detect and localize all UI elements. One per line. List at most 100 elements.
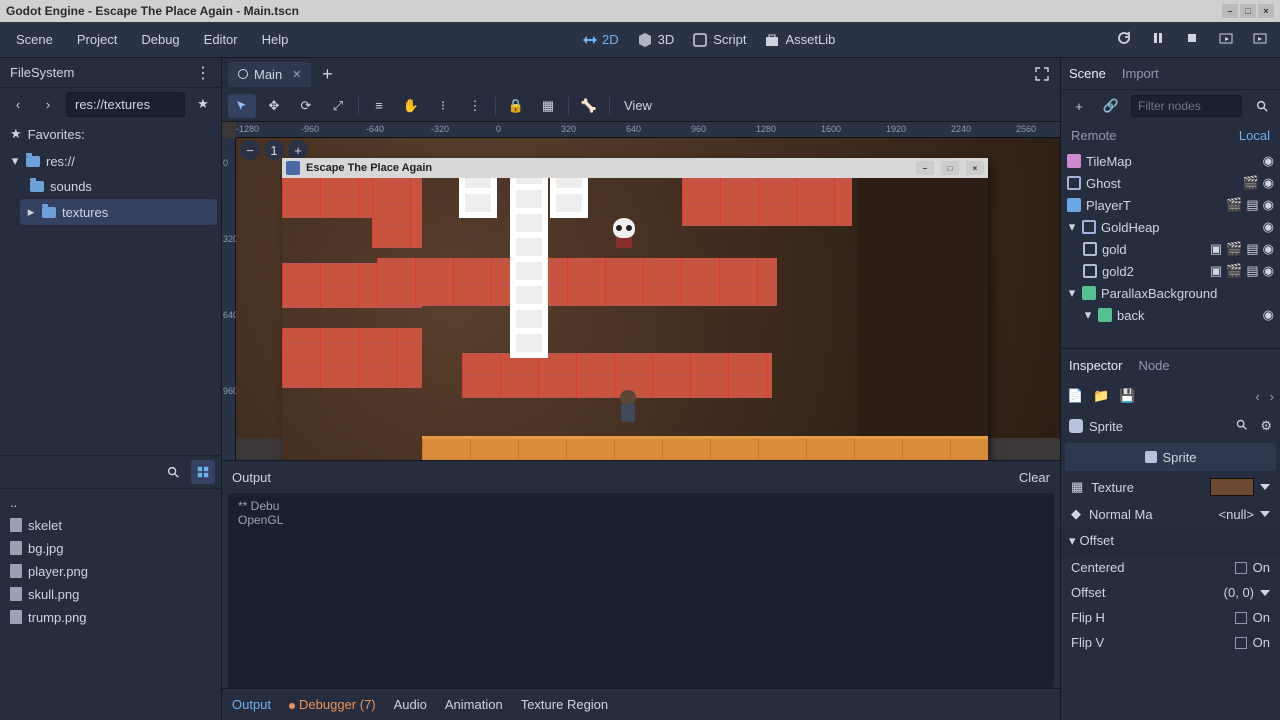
eye-icon[interactable]: ◉ xyxy=(1263,241,1274,257)
close-tab-icon[interactable]: ✕ xyxy=(292,68,301,81)
remote-button[interactable]: Remote xyxy=(1071,128,1117,143)
scene-icon[interactable]: 🎬 xyxy=(1242,175,1258,191)
file-up[interactable]: .. xyxy=(0,491,221,514)
new-resource-icon[interactable]: 📄 xyxy=(1067,388,1083,404)
fs-folder-sounds[interactable]: sounds xyxy=(0,174,221,199)
output-log[interactable]: ** Debu OpenGL xyxy=(228,493,1054,688)
file-item[interactable]: skelet xyxy=(0,514,221,537)
search-icon[interactable] xyxy=(1250,94,1274,118)
group-icon[interactable]: ▦ xyxy=(534,94,562,118)
search-icon[interactable] xyxy=(1235,418,1248,434)
load-resource-icon[interactable]: 📁 xyxy=(1093,388,1109,404)
sig-icon[interactable]: ▣ xyxy=(1210,241,1222,257)
pause-icon[interactable] xyxy=(1150,30,1166,49)
menu-debug[interactable]: Debug xyxy=(129,26,191,53)
tab-audio[interactable]: Audio xyxy=(394,697,427,712)
tool-more-icon[interactable]: ⋮ xyxy=(461,94,489,118)
grid-view-icon[interactable] xyxy=(191,460,215,484)
history-back-icon[interactable]: ‹ xyxy=(1255,389,1259,404)
file-item[interactable]: bg.jpg xyxy=(0,537,221,560)
stop-icon[interactable] xyxy=(1184,30,1200,49)
add-tab-icon[interactable]: + xyxy=(315,62,339,86)
tab-node[interactable]: Node xyxy=(1138,358,1169,373)
file-item[interactable]: skull.png xyxy=(0,583,221,606)
play-scene-icon[interactable] xyxy=(1218,30,1234,49)
favorite-icon[interactable]: ★ xyxy=(191,92,215,116)
mode-script[interactable]: Script xyxy=(692,32,746,48)
prop-flip-h[interactable]: Flip H On xyxy=(1061,605,1280,630)
scene-tab-main[interactable]: Main✕ xyxy=(228,62,311,87)
scene-node[interactable]: gold2▣🎬▤◉ xyxy=(1061,260,1280,282)
lock-icon[interactable]: 🔒 xyxy=(502,94,530,118)
history-fwd-icon[interactable]: › xyxy=(1270,389,1274,404)
tools-icon[interactable]: ⚙ xyxy=(1260,418,1272,434)
script-icon[interactable]: ▤ xyxy=(1246,197,1258,213)
tab-texture-region[interactable]: Texture Region xyxy=(521,697,608,712)
zoom-out-icon[interactable]: − xyxy=(240,140,260,160)
prop-centered[interactable]: Centered On xyxy=(1061,555,1280,580)
tool-list-icon[interactable]: ≡ xyxy=(365,94,393,118)
tool-pan-icon[interactable]: ✋ xyxy=(397,94,425,118)
tool-scale-icon[interactable]: ⤢ xyxy=(324,94,352,118)
script-icon[interactable]: ▤ xyxy=(1246,263,1258,279)
tool-rotate-icon[interactable]: ⟳ xyxy=(292,94,320,118)
tab-inspector[interactable]: Inspector xyxy=(1069,358,1122,373)
canvas-viewport[interactable]: -1280-960-640-32003206409601280160019202… xyxy=(222,122,1060,460)
inspector-class[interactable]: Sprite xyxy=(1065,443,1276,471)
eye-icon[interactable]: ◉ xyxy=(1263,197,1274,213)
clear-button[interactable]: Clear xyxy=(1019,470,1050,485)
fs-root[interactable]: ▾res:// xyxy=(0,148,221,174)
scene-node[interactable]: ▾back◉ xyxy=(1061,304,1280,326)
sig-icon[interactable]: ▣ xyxy=(1210,263,1222,279)
menu-project[interactable]: Project xyxy=(65,26,129,53)
eye-icon[interactable]: ◉ xyxy=(1263,153,1274,169)
prop-normal-map[interactable]: ◆Normal Ma <null> xyxy=(1061,501,1280,527)
file-item[interactable]: trump.png xyxy=(0,606,221,629)
view-menu[interactable]: View xyxy=(616,98,660,113)
file-item[interactable]: player.png xyxy=(0,560,221,583)
tab-debugger[interactable]: Debugger (7) xyxy=(289,697,376,712)
mode-2d[interactable]: 2D xyxy=(581,32,619,48)
scene-node[interactable]: gold▣🎬▤◉ xyxy=(1061,238,1280,260)
scene-node[interactable]: TileMap◉ xyxy=(1061,150,1280,172)
path-field[interactable]: res://textures xyxy=(66,92,185,117)
fs-folder-textures[interactable]: ▸textures xyxy=(20,199,217,225)
game-minimize-button[interactable]: – xyxy=(916,161,934,175)
play-custom-icon[interactable] xyxy=(1252,30,1268,49)
tool-ruler-icon[interactable]: ⁝ xyxy=(429,94,457,118)
save-resource-icon[interactable]: 💾 xyxy=(1119,388,1135,404)
prop-texture[interactable]: ▦Texture xyxy=(1061,473,1280,501)
prop-offset[interactable]: Offset (0, 0) xyxy=(1061,580,1280,605)
zoom-reset-icon[interactable]: 1 xyxy=(264,140,284,160)
tab-import[interactable]: Import xyxy=(1122,66,1159,81)
scene-node[interactable]: ▾ParallaxBackground xyxy=(1061,282,1280,304)
prop-flip-v[interactable]: Flip V On xyxy=(1061,630,1280,655)
maximize-button[interactable]: □ xyxy=(1240,4,1256,18)
scene-icon[interactable]: 🎬 xyxy=(1226,241,1242,257)
tab-animation[interactable]: Animation xyxy=(445,697,503,712)
mode-assetlib[interactable]: AssetLib xyxy=(764,32,835,48)
scene-icon[interactable]: 🎬 xyxy=(1226,197,1242,213)
zoom-in-icon[interactable]: + xyxy=(288,140,308,160)
nav-back-icon[interactable]: ‹ xyxy=(6,92,30,116)
tab-scene[interactable]: Scene xyxy=(1069,66,1106,81)
eye-icon[interactable]: ◉ xyxy=(1263,219,1274,235)
mode-3d[interactable]: 3D xyxy=(637,32,675,48)
eye-icon[interactable]: ◉ xyxy=(1263,307,1274,323)
tab-output[interactable]: Output xyxy=(232,697,271,712)
scene-icon[interactable]: 🎬 xyxy=(1226,263,1242,279)
game-window[interactable]: Escape The Place Again – □ × xyxy=(282,158,988,460)
filter-nodes-input[interactable]: Filter nodes xyxy=(1131,95,1242,117)
close-button[interactable]: × xyxy=(1258,4,1274,18)
game-maximize-button[interactable]: □ xyxy=(941,161,959,175)
bone-icon[interactable]: 🦴 xyxy=(575,94,603,118)
add-node-icon[interactable]: + xyxy=(1067,94,1091,118)
nav-fwd-icon[interactable]: › xyxy=(36,92,60,116)
search-icon[interactable] xyxy=(161,460,185,484)
eye-icon[interactable]: ◉ xyxy=(1263,175,1274,191)
scene-node[interactable]: ▾GoldHeap◉ xyxy=(1061,216,1280,238)
menu-editor[interactable]: Editor xyxy=(192,26,250,53)
game-close-button[interactable]: × xyxy=(966,161,984,175)
scene-node[interactable]: Ghost🎬◉ xyxy=(1061,172,1280,194)
menu-help[interactable]: Help xyxy=(250,26,301,53)
